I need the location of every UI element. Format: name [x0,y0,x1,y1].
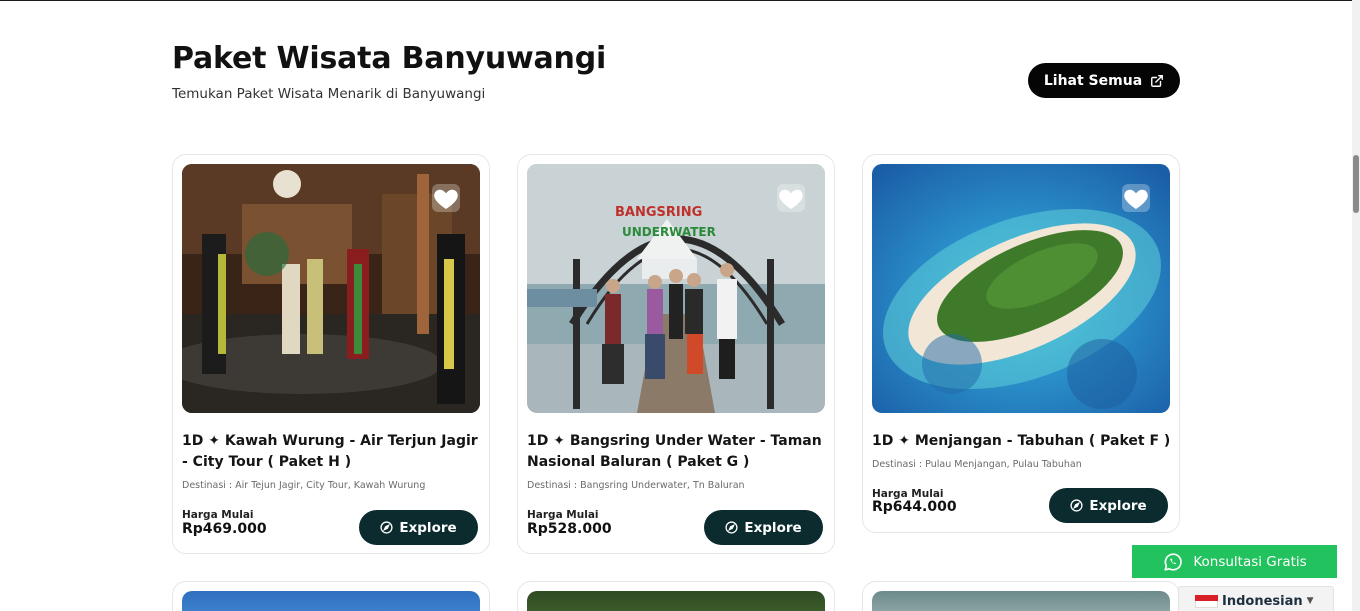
heart-icon [1124,189,1148,209]
package-image-bangsring[interactable]: BANGSRING UNDERWATER [527,164,825,413]
package-destination: Destinasi : Air Tejun Jagir, City Tour, … [182,480,426,491]
price-label: Harga Mulai [527,509,599,521]
scrollbar-thumb[interactable] [1353,155,1359,213]
package-card[interactable]: 1D ✦ Kawah Wurung - Air Terjun Jagir - C… [172,154,490,554]
package-image-island[interactable] [872,164,1170,413]
package-image[interactable] [527,591,825,611]
package-destination: Destinasi : Pulau Menjangan, Pulau Tabuh… [872,459,1082,470]
explore-button[interactable]: Explore [704,510,823,545]
explore-button[interactable]: Explore [1049,488,1168,523]
heart-icon [779,189,803,209]
top-border [0,0,1360,1]
package-image-dance[interactable] [182,164,480,413]
whatsapp-icon [1164,552,1183,571]
view-all-button[interactable]: Lihat Semua [1028,63,1180,98]
package-price: Rp644.000 [872,499,957,515]
view-all-label: Lihat Semua [1043,72,1143,89]
package-name[interactable]: 1D ✦ Bangsring Under Water - Taman Nasio… [527,431,827,473]
language-label: Indonesian [1222,593,1303,609]
explore-label: Explore [1089,497,1147,514]
package-image[interactable] [182,591,480,611]
package-destination: Destinasi : Bangsring Underwater, Tn Bal… [527,480,745,491]
compass-icon [725,521,738,534]
page-scrollbar[interactable] [1352,0,1360,611]
whatsapp-consult-button[interactable]: Konsultasi Gratis [1132,545,1337,578]
whatsapp-label: Konsultasi Gratis [1193,553,1307,570]
favorite-button[interactable] [432,184,460,212]
package-name[interactable]: 1D ✦ Kawah Wurung - Air Terjun Jagir - C… [182,431,482,473]
package-name[interactable]: 1D ✦ Menjangan - Tabuhan ( Paket F ) [872,431,1172,452]
compass-icon [1070,499,1083,512]
package-card[interactable]: BANGSRING UNDERWATER 1D ✦ Bangsring Unde… [517,154,835,554]
indonesia-flag-icon [1195,594,1218,608]
explore-button[interactable]: Explore [359,510,478,545]
explore-label: Explore [744,519,802,536]
package-image[interactable] [872,591,1170,611]
package-price: Rp469.000 [182,521,267,537]
compass-icon [380,521,393,534]
section-title: Paket Wisata Banyuwangi [172,41,607,76]
favorite-button[interactable] [777,184,805,212]
package-card[interactable] [517,581,835,611]
section-subtitle: Temukan Paket Wisata Menarik di Banyuwan… [172,86,486,102]
favorite-button[interactable] [1122,184,1150,212]
language-selector[interactable]: Indonesian ▼ [1178,586,1334,611]
external-link-icon [1151,74,1164,87]
svg-text:BANGSRING: BANGSRING [615,205,702,220]
package-card[interactable]: 1D ✦ Menjangan - Tabuhan ( Paket F ) Des… [862,154,1180,533]
svg-text:UNDERWATER: UNDERWATER [622,225,716,239]
caret-down-icon: ▼ [1306,596,1314,606]
package-price: Rp528.000 [527,521,612,537]
price-label: Harga Mulai [182,509,254,521]
explore-label: Explore [399,519,457,536]
heart-icon [434,189,458,209]
package-card[interactable] [862,581,1180,611]
package-card[interactable] [172,581,490,611]
